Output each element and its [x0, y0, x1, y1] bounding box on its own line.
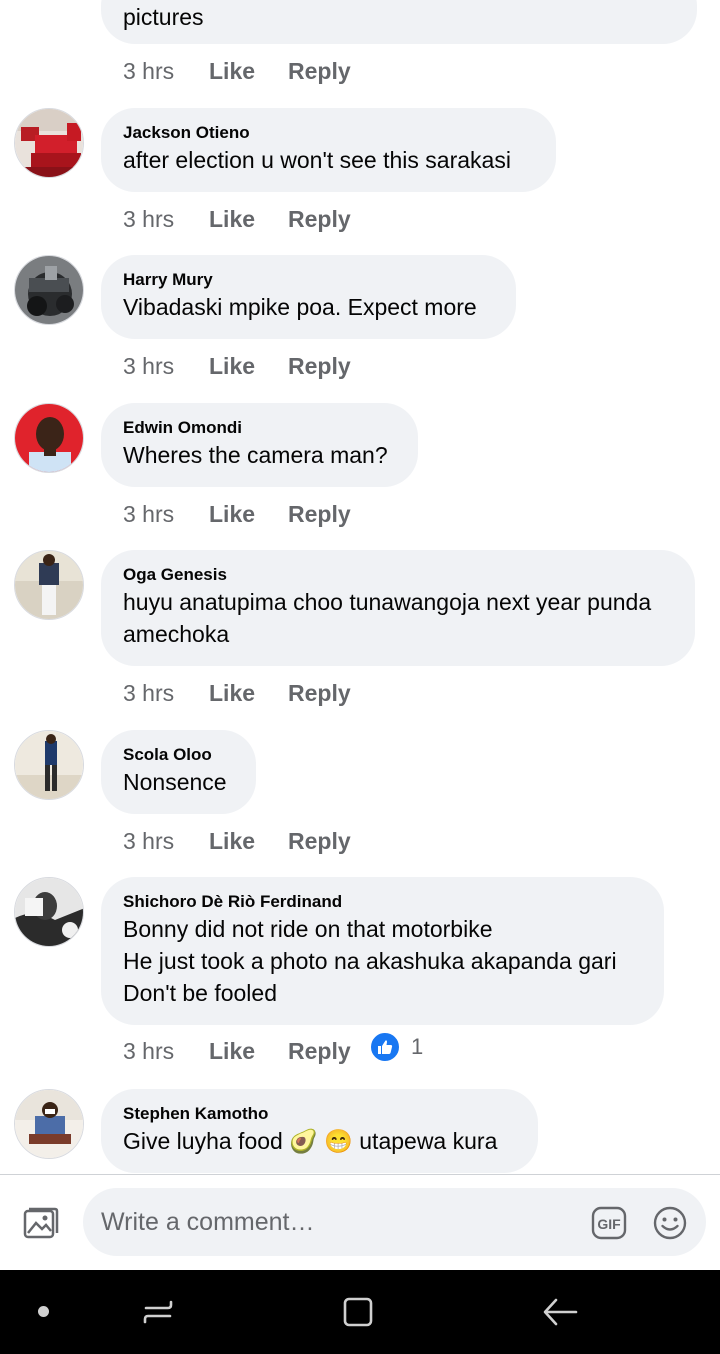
like-button[interactable]: Like — [209, 828, 288, 855]
photo-icon[interactable] — [21, 1203, 61, 1243]
avatar[interactable] — [14, 877, 84, 947]
recent-apps-icon[interactable] — [140, 1294, 176, 1330]
comment-actions: 3 hrs Like Reply — [123, 54, 351, 88]
like-button[interactable]: Like — [209, 501, 288, 528]
comment-text: Vibadaski mpike poa. Expect more — [123, 294, 477, 320]
comment-actions: 3 hrs Like Reply — [123, 824, 351, 858]
assistant-dot-icon[interactable] — [38, 1306, 49, 1317]
home-icon[interactable] — [340, 1294, 376, 1330]
avatar[interactable] — [14, 1089, 84, 1159]
comment-bubble[interactable]: Jackson Otieno after election u won't se… — [101, 108, 556, 192]
comment-text: Bonny did not ride on that motorbike He … — [123, 916, 617, 1006]
comment-actions: 3 hrs Like Reply — [123, 497, 351, 531]
comment-author[interactable]: Jackson Otieno — [123, 122, 534, 144]
comment-author[interactable]: Shichoro Dè Riò Ferdinand — [123, 891, 642, 913]
comment-bubble[interactable]: pictures — [101, 0, 697, 44]
comment-bubble[interactable]: Harry Mury Vibadaski mpike poa. Expect m… — [101, 255, 516, 339]
back-icon[interactable] — [540, 1294, 580, 1330]
comment-actions: 3 hrs Like Reply — [123, 1034, 351, 1068]
avatar[interactable] — [14, 255, 84, 325]
comment-author[interactable]: Edwin Omondi — [123, 417, 396, 439]
reaction-count: 1 — [411, 1034, 424, 1059]
comment-author[interactable]: Scola Oloo — [123, 744, 234, 766]
comment-time[interactable]: 3 hrs — [123, 58, 209, 85]
like-button[interactable]: Like — [209, 1038, 288, 1065]
reaction-summary[interactable]: 1 — [369, 1031, 423, 1063]
comment-author[interactable]: Harry Mury — [123, 269, 494, 291]
comment-time[interactable]: 3 hrs — [123, 206, 209, 233]
comment-text: Give luyha food 🥑 😁 utapewa kura — [123, 1128, 498, 1154]
comment-time[interactable]: 3 hrs — [123, 501, 209, 528]
gif-button[interactable]: GIF — [591, 1206, 627, 1240]
reply-button[interactable]: Reply — [288, 353, 351, 380]
reply-button[interactable]: Reply — [288, 501, 351, 528]
like-button[interactable]: Like — [209, 206, 288, 233]
comment-bubble[interactable]: Stephen Kamotho Give luyha food 🥑 😁 utap… — [101, 1089, 538, 1173]
comment-bubble[interactable]: Scola Oloo Nonsence — [101, 730, 256, 814]
comment-time[interactable]: 3 hrs — [123, 1038, 209, 1065]
comment-feed[interactable]: pictures 3 hrs Like Reply Jackson Otieno… — [0, 0, 720, 1174]
reply-button[interactable]: Reply — [288, 58, 351, 85]
like-button[interactable]: Like — [209, 353, 288, 380]
comment-text: Wheres the camera man? — [123, 442, 388, 468]
comment-bubble[interactable]: Edwin Omondi Wheres the camera man? — [101, 403, 418, 487]
comment-text: after election u won't see this sarakasi — [123, 147, 511, 173]
gif-label: GIF — [597, 1216, 621, 1232]
reply-button[interactable]: Reply — [288, 680, 351, 707]
comment-author[interactable]: Stephen Kamotho — [123, 1103, 516, 1125]
avatar[interactable] — [14, 403, 84, 473]
system-navigation-bar — [0, 1270, 720, 1354]
comment-bubble[interactable]: Oga Genesis huyu anatupima choo tunawang… — [101, 550, 695, 666]
comment-composer: GIF — [0, 1175, 720, 1270]
avatar[interactable] — [14, 108, 84, 178]
reply-button[interactable]: Reply — [288, 828, 351, 855]
comment-time[interactable]: 3 hrs — [123, 353, 209, 380]
smiley-icon[interactable] — [652, 1205, 688, 1241]
comment-actions: 3 hrs Like Reply — [123, 676, 351, 710]
like-button[interactable]: Like — [209, 58, 288, 85]
comment-text: pictures — [123, 4, 204, 30]
reply-button[interactable]: Reply — [288, 1038, 351, 1065]
like-button[interactable]: Like — [209, 680, 288, 707]
comment-time[interactable]: 3 hrs — [123, 828, 209, 855]
avatar[interactable] — [14, 550, 84, 620]
comment-actions: 3 hrs Like Reply — [123, 349, 351, 383]
like-reaction-icon — [369, 1031, 401, 1063]
comment-text: huyu anatupima choo tunawangoja next yea… — [123, 589, 652, 647]
comment-text: Nonsence — [123, 769, 227, 795]
comment-author[interactable]: Oga Genesis — [123, 564, 673, 586]
reply-button[interactable]: Reply — [288, 206, 351, 233]
comment-time[interactable]: 3 hrs — [123, 680, 209, 707]
comment-bubble[interactable]: Shichoro Dè Riò Ferdinand Bonny did not … — [101, 877, 664, 1025]
comment-actions: 3 hrs Like Reply — [123, 202, 351, 236]
avatar[interactable] — [14, 730, 84, 800]
